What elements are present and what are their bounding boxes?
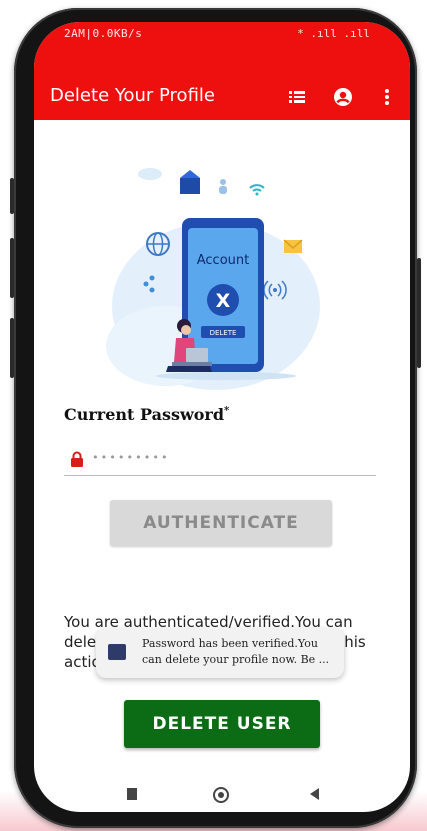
signal-icons: * .ıll .ıll xyxy=(297,27,370,40)
lock-icon xyxy=(70,451,84,471)
toast-text: Password has been verified.You can delet… xyxy=(142,637,330,666)
mail-icon xyxy=(283,239,303,253)
current-password-label: Current Password* xyxy=(64,405,229,424)
phone-power-button xyxy=(417,258,421,368)
app-title: Delete Your Profile xyxy=(50,85,215,106)
current-password-label-text: Current Password xyxy=(64,405,225,424)
phone-side-button xyxy=(10,318,14,378)
account-label: Account xyxy=(197,253,250,268)
delete-chip-label: DELETE xyxy=(210,329,237,337)
required-mark: * xyxy=(224,405,230,417)
navigation-bar xyxy=(34,778,410,812)
mail-open-icon xyxy=(180,178,200,194)
user-small-icon xyxy=(220,179,226,185)
phone-screen: 2AM|0.0KB/s * .ıll .ıll Delete Your Prof… xyxy=(34,22,410,812)
status-bar: 2AM|0.0KB/s * .ıll .ıll xyxy=(34,22,410,48)
recents-icon[interactable] xyxy=(126,786,138,805)
status-left-text: 2AM|0.0KB/s xyxy=(64,27,143,40)
delete-user-button[interactable]: DELETE USER xyxy=(124,700,320,748)
current-password-field[interactable]: ••••••••• xyxy=(64,441,376,476)
app-bar: Delete Your Profile xyxy=(34,48,410,120)
home-icon[interactable] xyxy=(212,786,230,808)
toast-notification: Password has been verified.You can delet… xyxy=(96,628,344,678)
back-icon[interactable] xyxy=(308,786,320,805)
cloud-icon xyxy=(138,168,162,180)
app-icon xyxy=(108,644,126,660)
more-vert-icon[interactable] xyxy=(376,86,398,108)
close-x-label: X xyxy=(216,290,231,312)
authenticate-button[interactable]: AUTHENTICATE xyxy=(110,500,332,546)
delete-account-illustration: Account X DELETE xyxy=(106,166,338,398)
password-value: ••••••••• xyxy=(92,451,170,464)
globe-icon xyxy=(146,232,170,256)
list-icon[interactable] xyxy=(286,86,308,108)
phone-side-button xyxy=(10,178,14,214)
account-circle-icon[interactable] xyxy=(332,86,354,108)
phone-side-button xyxy=(10,238,14,298)
